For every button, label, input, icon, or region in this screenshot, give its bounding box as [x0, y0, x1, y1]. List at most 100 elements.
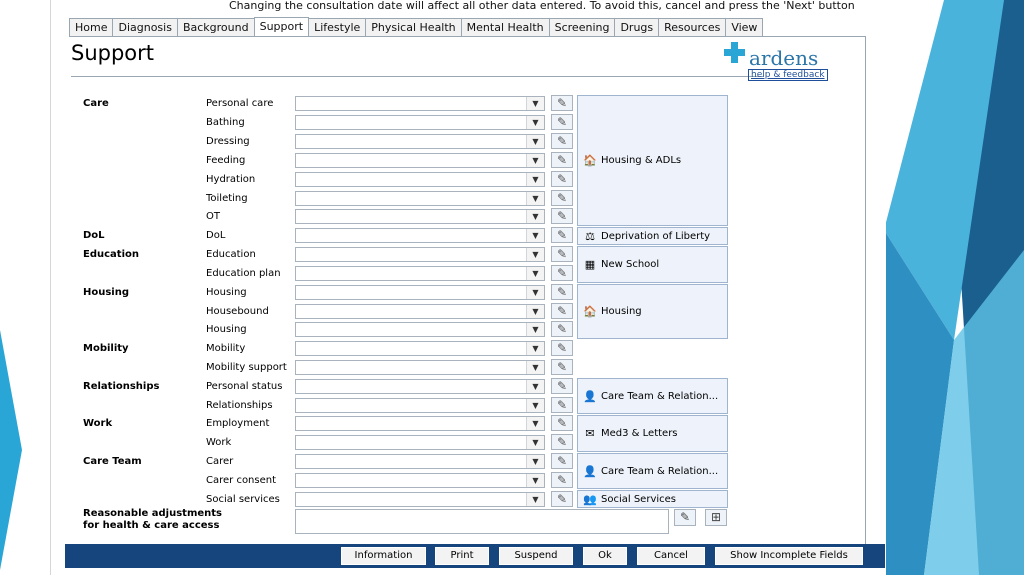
- carer-consent-select[interactable]: ▼: [295, 473, 545, 488]
- pencil-icon[interactable]: ✎: [551, 208, 573, 224]
- chevron-down-icon[interactable]: ▼: [526, 286, 544, 299]
- chevron-down-icon[interactable]: ▼: [526, 361, 544, 374]
- education-plan-select[interactable]: ▼: [295, 266, 545, 281]
- work-select[interactable]: ▼: [295, 435, 545, 450]
- chevron-down-icon[interactable]: ▼: [526, 436, 544, 449]
- pencil-icon[interactable]: ✎: [551, 284, 573, 300]
- chevron-down-icon[interactable]: ▼: [526, 399, 544, 412]
- toileting-select[interactable]: ▼: [295, 191, 545, 206]
- housing-panel[interactable]: 🏠 Housing: [577, 284, 728, 339]
- help-feedback-link[interactable]: help & feedback: [748, 69, 828, 81]
- scales-icon: ⚖: [585, 230, 595, 243]
- adjustments-input[interactable]: [295, 509, 669, 534]
- chevron-down-icon[interactable]: ▼: [526, 417, 544, 430]
- housing-type-select[interactable]: ▼: [295, 322, 545, 337]
- mobility-support-select[interactable]: ▼: [295, 360, 545, 375]
- deprivation-of-liberty-panel[interactable]: ⚖ Deprivation of Liberty: [577, 227, 728, 245]
- housing-select[interactable]: ▼: [295, 285, 545, 300]
- dol-select[interactable]: ▼: [295, 228, 545, 243]
- information-button[interactable]: Information: [341, 547, 426, 565]
- tab-lifestyle[interactable]: Lifestyle: [308, 18, 367, 36]
- pencil-icon[interactable]: ✎: [551, 95, 573, 111]
- tab-support[interactable]: Support: [253, 17, 310, 36]
- pencil-icon[interactable]: ✎: [551, 321, 573, 337]
- pencil-icon[interactable]: ✎: [551, 133, 573, 149]
- pencil-icon[interactable]: ✎: [551, 265, 573, 281]
- chevron-down-icon[interactable]: ▼: [526, 267, 544, 280]
- personal-care-select[interactable]: ▼: [295, 96, 545, 111]
- date-change-notice: Changing the consultation date will affe…: [229, 0, 855, 12]
- carer-select[interactable]: ▼: [295, 454, 545, 469]
- education-select[interactable]: ▼: [295, 247, 545, 262]
- housing-adls-panel[interactable]: 🏠 Housing & ADLs: [577, 95, 728, 226]
- print-button[interactable]: Print: [435, 547, 489, 565]
- chevron-down-icon[interactable]: ▼: [526, 210, 544, 223]
- chevron-down-icon[interactable]: ▼: [526, 116, 544, 129]
- tab-physical-health[interactable]: Physical Health: [365, 18, 462, 36]
- tab-drugs[interactable]: Drugs: [614, 18, 660, 36]
- social-services-panel[interactable]: 👥 Social Services: [577, 490, 728, 508]
- chevron-down-icon[interactable]: ▼: [526, 323, 544, 336]
- pencil-icon[interactable]: ✎: [551, 453, 573, 469]
- med3-letters-panel[interactable]: ✉ Med3 & Letters: [577, 415, 728, 452]
- chevron-down-icon[interactable]: ▼: [526, 173, 544, 186]
- pencil-icon[interactable]: ✎: [551, 472, 573, 488]
- row-label: Bathing: [206, 117, 245, 128]
- pencil-icon[interactable]: ✎: [674, 509, 696, 526]
- cancel-button[interactable]: Cancel: [637, 547, 705, 565]
- hydration-select[interactable]: ▼: [295, 172, 545, 187]
- chevron-down-icon[interactable]: ▼: [526, 135, 544, 148]
- care-team-relationships-panel-2[interactable]: 👤 Care Team & Relation...: [577, 453, 728, 489]
- pencil-icon[interactable]: ✎: [551, 114, 573, 130]
- chevron-down-icon[interactable]: ▼: [526, 97, 544, 110]
- chevron-down-icon[interactable]: ▼: [526, 474, 544, 487]
- chevron-down-icon[interactable]: ▼: [526, 493, 544, 506]
- chevron-down-icon[interactable]: ▼: [526, 380, 544, 393]
- show-incomplete-fields-button[interactable]: Show Incomplete Fields: [715, 547, 863, 565]
- new-school-panel[interactable]: ▦ New School: [577, 246, 728, 283]
- relationships-select[interactable]: ▼: [295, 398, 545, 413]
- pencil-icon[interactable]: ✎: [551, 227, 573, 243]
- pencil-icon[interactable]: ✎: [551, 397, 573, 413]
- tab-diagnosis[interactable]: Diagnosis: [112, 18, 178, 36]
- pencil-icon[interactable]: ✎: [551, 415, 573, 431]
- pencil-icon[interactable]: ✎: [551, 434, 573, 450]
- tab-screening[interactable]: Screening: [548, 18, 616, 36]
- panel-label: New School: [601, 259, 660, 270]
- add-note-icon[interactable]: ⊞: [705, 509, 727, 526]
- chevron-down-icon[interactable]: ▼: [526, 229, 544, 242]
- pencil-icon[interactable]: ✎: [551, 378, 573, 394]
- bathing-select[interactable]: ▼: [295, 115, 545, 130]
- tab-home[interactable]: Home: [69, 18, 114, 36]
- ok-button[interactable]: Ok: [583, 547, 627, 565]
- pencil-icon[interactable]: ✎: [551, 152, 573, 168]
- pencil-icon[interactable]: ✎: [551, 190, 573, 206]
- pencil-icon[interactable]: ✎: [551, 246, 573, 262]
- tab-resources[interactable]: Resources: [658, 18, 727, 36]
- pencil-icon[interactable]: ✎: [551, 303, 573, 319]
- feeding-select[interactable]: ▼: [295, 153, 545, 168]
- housebound-select[interactable]: ▼: [295, 304, 545, 319]
- chevron-down-icon[interactable]: ▼: [526, 455, 544, 468]
- tab-background[interactable]: Background: [176, 18, 255, 36]
- personal-status-select[interactable]: ▼: [295, 379, 545, 394]
- dressing-select[interactable]: ▼: [295, 134, 545, 149]
- ot-select[interactable]: ▼: [295, 209, 545, 224]
- panel-label: Care Team & Relation...: [601, 466, 719, 477]
- chevron-down-icon[interactable]: ▼: [526, 342, 544, 355]
- pencil-icon[interactable]: ✎: [551, 171, 573, 187]
- social-services-select[interactable]: ▼: [295, 492, 545, 507]
- chevron-down-icon[interactable]: ▼: [526, 192, 544, 205]
- chevron-down-icon[interactable]: ▼: [526, 154, 544, 167]
- suspend-button[interactable]: Suspend: [499, 547, 573, 565]
- pencil-icon[interactable]: ✎: [551, 359, 573, 375]
- pencil-icon[interactable]: ✎: [551, 340, 573, 356]
- employment-select[interactable]: ▼: [295, 416, 545, 431]
- mobility-select[interactable]: ▼: [295, 341, 545, 356]
- tab-mental-health[interactable]: Mental Health: [460, 18, 550, 36]
- tab-view[interactable]: View: [725, 18, 764, 36]
- care-team-relationships-panel[interactable]: 👤 Care Team & Relation...: [577, 378, 728, 414]
- chevron-down-icon[interactable]: ▼: [526, 248, 544, 261]
- chevron-down-icon[interactable]: ▼: [526, 305, 544, 318]
- pencil-icon[interactable]: ✎: [551, 491, 573, 507]
